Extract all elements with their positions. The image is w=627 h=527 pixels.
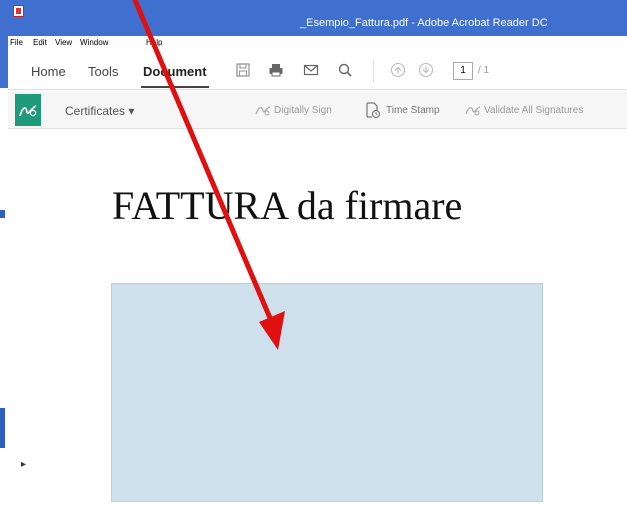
validate-signatures-icon <box>465 106 481 116</box>
email-icon[interactable] <box>302 62 320 80</box>
menu-view[interactable]: View <box>55 38 72 47</box>
acrobat-app-icon <box>13 5 24 17</box>
tab-tools[interactable]: Tools <box>88 64 118 79</box>
menu-help[interactable]: Help <box>146 38 162 47</box>
tab-home[interactable]: Home <box>31 64 66 79</box>
certificates-dropdown[interactable]: Certificates ▾ <box>65 104 134 118</box>
digitally-sign-button[interactable]: Digitally Sign <box>274 105 332 116</box>
page-up-icon[interactable] <box>389 62 407 80</box>
signature-field[interactable] <box>111 283 543 502</box>
time-stamp-button[interactable]: Time Stamp <box>386 105 440 116</box>
validate-all-signatures-button[interactable]: Validate All Signatures <box>484 105 583 116</box>
document-heading: FATTURA da firmare <box>112 183 463 228</box>
left-edge-strip <box>0 408 5 448</box>
tab-document[interactable]: Document <box>143 64 207 79</box>
left-edge-marker <box>0 210 5 218</box>
print-icon[interactable] <box>267 62 285 80</box>
window-title: _Esempio_Fattura.pdf - Adobe Acrobat Rea… <box>300 17 548 29</box>
page-number-input[interactable]: 1 <box>453 62 473 80</box>
time-stamp-icon <box>366 102 381 119</box>
digitally-sign-icon <box>255 106 271 116</box>
search-icon[interactable] <box>336 62 354 80</box>
active-tab-indicator <box>141 86 209 88</box>
left-edge-accent <box>0 0 8 88</box>
expand-panel-icon[interactable]: ▸ <box>21 459 26 470</box>
page-total: / 1 <box>478 65 490 76</box>
menu-edit[interactable]: Edit <box>33 38 47 47</box>
menu-file[interactable]: File <box>10 38 23 47</box>
certificates-tool-icon[interactable] <box>15 94 41 126</box>
menu-window[interactable]: Window <box>80 38 108 47</box>
toolbar-separator <box>373 60 374 82</box>
page-down-icon[interactable] <box>417 62 435 80</box>
save-icon[interactable] <box>234 62 252 80</box>
